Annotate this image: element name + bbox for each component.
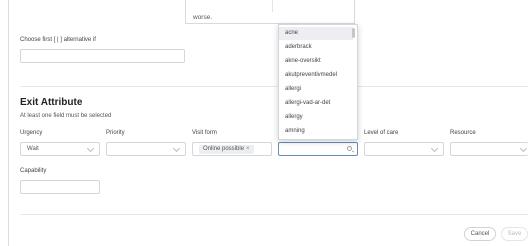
cancel-button[interactable]: Cancel bbox=[464, 227, 496, 241]
chevron-down-icon bbox=[519, 144, 528, 153]
level-of-care-select[interactable] bbox=[364, 142, 444, 156]
priority-label: Priority bbox=[106, 130, 125, 136]
choose-first-label: Choose first [ | ] alternative if bbox=[20, 37, 96, 43]
resource-label: Resource bbox=[450, 130, 476, 136]
level-of-care-label: Level of care bbox=[364, 130, 399, 136]
diagnosis-dropdown: acne aderbrack akne-oversikt akutprevent… bbox=[278, 24, 358, 140]
section-title: Exit Attribute bbox=[20, 97, 83, 108]
chip-remove-icon[interactable]: × bbox=[246, 146, 250, 152]
search-icon bbox=[347, 146, 352, 151]
dropdown-option[interactable]: allergi bbox=[279, 83, 353, 96]
visit-form-chip-label: Online possible bbox=[203, 146, 245, 152]
urgency-select[interactable]: Wait bbox=[20, 142, 100, 156]
dropdown-scrollbar[interactable] bbox=[352, 28, 355, 38]
capability-label: Capability bbox=[20, 168, 47, 174]
urgency-label: Urgency bbox=[20, 130, 43, 136]
dropdown-option[interactable]: akne-oversikt bbox=[279, 55, 353, 68]
previous-textarea-text: worse. bbox=[193, 14, 213, 21]
chevron-down-icon bbox=[172, 144, 181, 153]
chevron-down-icon bbox=[86, 144, 95, 153]
visit-form-chip: Online possible × bbox=[199, 145, 254, 154]
priority-select[interactable] bbox=[106, 142, 186, 156]
dropdown-option[interactable]: allergi-vad-ar-det bbox=[279, 97, 353, 110]
capability-input[interactable] bbox=[20, 180, 100, 194]
form-page: worse. Choose first [ | ] alternative if… bbox=[0, 0, 528, 246]
section-divider bbox=[20, 86, 528, 87]
save-button[interactable]: Save bbox=[501, 227, 528, 241]
chevron-down-icon bbox=[430, 144, 439, 153]
resource-select[interactable] bbox=[450, 142, 528, 156]
visit-form-select[interactable]: Online possible × bbox=[192, 142, 272, 156]
visit-form-label: Visit form bbox=[192, 130, 217, 136]
choose-first-input[interactable] bbox=[20, 49, 185, 63]
textarea-divider bbox=[272, 0, 273, 12]
section-subtitle: At least one field must be selected bbox=[20, 113, 112, 119]
dropdown-option[interactable]: amning bbox=[279, 125, 353, 138]
dropdown-option[interactable]: allergy bbox=[279, 111, 353, 124]
dropdown-option[interactable]: acne bbox=[279, 27, 353, 40]
diagnosis-search-input[interactable] bbox=[278, 142, 358, 156]
left-divider bbox=[8, 0, 9, 246]
dropdown-option[interactable]: aderbrack bbox=[279, 41, 353, 54]
dropdown-option[interactable]: akutpreventivmedel bbox=[279, 69, 353, 82]
footer-divider bbox=[20, 214, 528, 215]
